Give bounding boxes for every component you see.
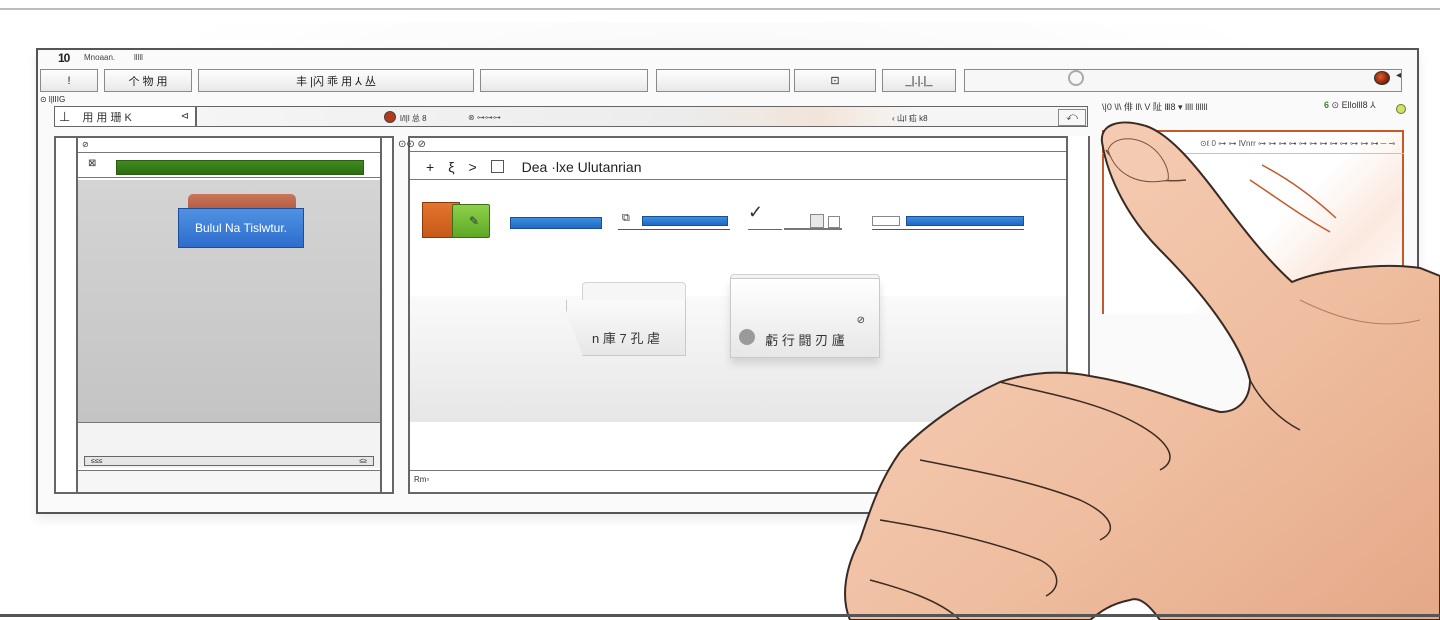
scroll-left-icon[interactable]: ≤≤≤ <box>91 458 103 465</box>
folder-icon[interactable]: ✎ <box>422 200 492 238</box>
toolbar-strip-2-bar <box>642 216 728 226</box>
status-indicator: ⊙ l|lIIG <box>40 95 66 104</box>
view-button[interactable]: ⊡ <box>794 69 876 92</box>
preview-panel-title: ⊙ℓ 0 ⊶ ⊶ Ⅳnrr ⊶ ⊶ ⊶ ⊶ ⊶ ⊶ ⊶ ⊶ ⊶ ⊶ ⊶ ⊶ ─ … <box>1200 139 1396 148</box>
nav-button[interactable]: ! <box>40 69 98 92</box>
right-pane-green-tab[interactable]: 6 <box>1324 100 1329 110</box>
address-bar[interactable] <box>196 106 1088 127</box>
grid-icon <box>810 214 824 228</box>
title-bar: 10 Mnoaan. lllll <box>38 50 1417 67</box>
folder-card-2-dot-icon <box>739 329 755 345</box>
open-button[interactable]: 个 物 用 <box>104 69 192 92</box>
tab-3[interactable]: ‹ 山l 疝 k8 <box>892 113 928 124</box>
drive-icon: ⊠ <box>88 158 97 169</box>
right-pane-tabs-2[interactable]: 6 ⊙ Ellolll8 ⅄ <box>1324 100 1376 111</box>
zoom-icon: _|.|.|_ <box>905 74 933 87</box>
breadcrumb-label: Dea ·lxe Ulutanrian <box>521 158 642 175</box>
folder-card-1-label: n 庫 7 孔 虐 <box>592 331 660 346</box>
folder-card-2-label: 虧 行 闘 刃 廬 <box>765 333 845 348</box>
toolbar-strip-2[interactable]: ⧉ <box>618 210 730 230</box>
toolbar-strip-1[interactable] <box>510 217 602 229</box>
tab-favicon-icon <box>384 111 396 123</box>
app-logo: 10 <box>58 51 70 65</box>
toolbar-field-b[interactable] <box>656 69 790 92</box>
tab-2[interactable]: ⊗ ⊶⊶⊶ <box>468 113 501 122</box>
search-input[interactable] <box>964 69 1402 92</box>
zoom-button[interactable]: _|.|.|_ <box>882 69 956 92</box>
progress-bar <box>116 160 364 175</box>
refresh-button[interactable]: ⤺ <box>1058 109 1086 126</box>
refresh-icon: ⤺ <box>1066 111 1078 123</box>
crumb-arrow-icon[interactable]: > <box>468 159 476 175</box>
scroll-right-icon[interactable]: ≤≥ <box>359 458 367 465</box>
location-combo[interactable]: ⊥ 用 用 珊 K ⊲ <box>54 106 196 127</box>
toolbar-strip-3[interactable] <box>808 214 844 230</box>
crumb-separator-icon: ξ <box>448 158 455 175</box>
nav-button-label: ! <box>67 74 71 87</box>
right-pane-tabs-2-label: ⊙ Ellolll8 ⅄ <box>1331 100 1376 110</box>
check-icon[interactable]: ✓ <box>748 202 782 230</box>
toolbar-strip-4[interactable] <box>872 212 1024 230</box>
add-icon[interactable]: + <box>426 159 434 175</box>
left-pane-header: ⊘ <box>82 140 89 149</box>
progress-bar-fill <box>117 161 363 174</box>
record-button[interactable] <box>1374 71 1390 85</box>
crumb-checkbox[interactable] <box>490 160 504 173</box>
window-subtitle: lllll <box>134 53 143 62</box>
bottom-rule <box>0 614 1440 617</box>
drive-card[interactable]: Bulul Na Tislwtur. <box>178 208 304 248</box>
folder-card-2[interactable]: 虧 行 闘 刃 廬 ⊘ <box>730 278 880 358</box>
folder-card-1-tab <box>582 282 686 302</box>
main-pane-scrollbar[interactable] <box>1066 136 1088 472</box>
tools-button[interactable]: 丰 |闪 乖 用 ⅄ 丛 <box>198 69 474 92</box>
left-pane-scrollbar[interactable]: ≤≤≤ ≤≥ <box>84 456 374 466</box>
copy-icon: ⧉ <box>622 212 630 224</box>
search-icon <box>1068 70 1084 86</box>
left-pane-bottom <box>78 470 380 492</box>
top-rule <box>0 8 1440 10</box>
breadcrumb[interactable]: + ξ > Dea ·lxe Ulutanrian <box>410 154 1066 180</box>
chevron-down-icon: ⊲ <box>180 111 189 122</box>
status-bar: Rm▫ <box>410 470 1066 492</box>
right-pane-tabs[interactable]: \|0 \l\ 俳 ll\ V 阯 Ⅲ8 ▾ llll llllll <box>1102 100 1208 113</box>
status-dot-icon <box>1396 104 1406 114</box>
toolbar-strip-4-bar <box>906 216 1024 226</box>
window-title: Mnoaan. <box>84 53 116 62</box>
folder-card-2-lock-icon: ⊘ <box>856 315 865 326</box>
open-button-label: 个 物 用 <box>128 75 168 88</box>
edit-icon: ✎ <box>469 214 480 228</box>
home-icon: ⊥ <box>59 108 71 124</box>
toolbar-field-a[interactable] <box>480 69 648 92</box>
record-arrow-icon[interactable]: ◂ <box>1396 70 1401 81</box>
panel-icon <box>872 216 900 226</box>
main-pane-header-icons: ⊙⊙ ⊘ <box>398 139 426 150</box>
main-pane-header <box>410 138 1088 152</box>
card-tab <box>188 194 296 208</box>
tools-button-label: 丰 |闪 乖 用 ⅄ 丛 <box>296 75 376 88</box>
preview-panel <box>1102 130 1404 314</box>
list-icon <box>828 216 840 228</box>
view-icon: ⊡ <box>830 75 840 87</box>
location-combo-label: 用 用 珊 K <box>82 111 132 124</box>
tab-1[interactable]: l/l|l 总 8 <box>400 113 427 124</box>
